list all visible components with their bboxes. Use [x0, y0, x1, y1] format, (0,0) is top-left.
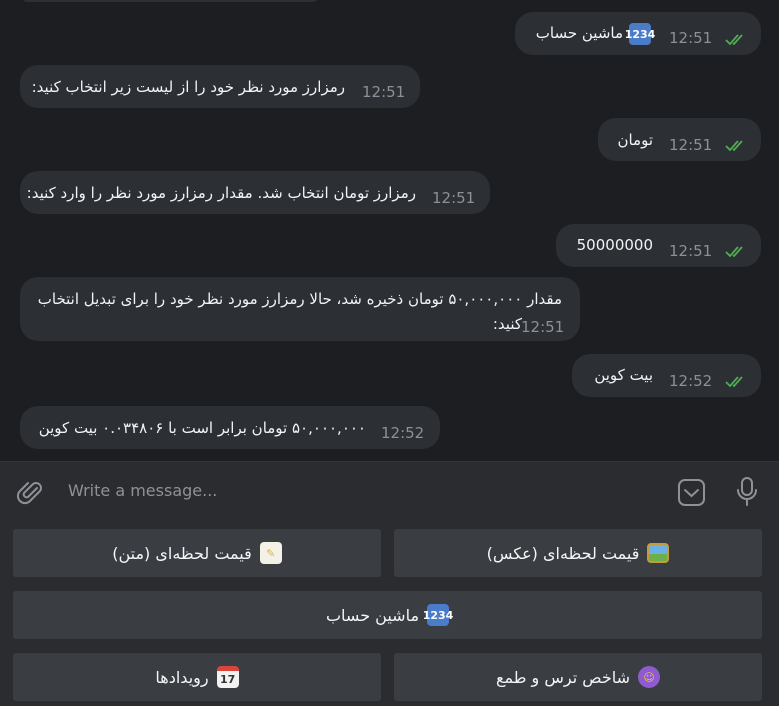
message-outgoing[interactable]: 50000000 12:51 [556, 224, 761, 267]
message-text: رمزارز تومان انتخاب شد. مقدار رمزارز مور… [26, 184, 416, 202]
message-text: 50000000 [576, 236, 653, 254]
message-time: 12:51 [669, 29, 713, 47]
message-partial [20, 0, 320, 2]
bot-keyboard: ✎ قیمت لحظه‌ای (متن) قیمت لحظه‌ای (عکس) … [0, 521, 779, 706]
price-text-button[interactable]: ✎ قیمت لحظه‌ای (متن) [13, 529, 381, 577]
button-label: قیمت لحظه‌ای (متن) [112, 543, 252, 563]
message-time: 12:51 [669, 242, 713, 260]
message-outgoing[interactable]: تومان 12:51 [598, 118, 761, 161]
button-label: ماشین حساب [325, 605, 420, 625]
message-time: 12:51 [669, 136, 713, 154]
message-time: 12:52 [669, 372, 713, 390]
message-incoming[interactable]: رمزارز مورد نظر خود را از لیست زیر انتخا… [20, 65, 420, 108]
calendar-icon: 17 [216, 666, 239, 688]
paperclip-icon[interactable] [17, 479, 45, 507]
events-button[interactable]: 17 رویدادها [13, 653, 381, 701]
microphone-icon[interactable] [735, 476, 759, 508]
message-text: رمزارز مورد نظر خود را از لیست زیر انتخا… [31, 78, 345, 96]
message-text: ماشین حساب [535, 24, 623, 42]
button-label: قیمت لحظه‌ای (عکس) [486, 543, 640, 563]
message-input[interactable]: Write a message... [68, 481, 217, 500]
message-time: 12:51 [362, 83, 406, 101]
numbers-icon: 1234 [625, 23, 655, 45]
read-check-icon [725, 246, 743, 258]
message-incoming[interactable]: رمزارز تومان انتخاب شد. مقدار رمزارز مور… [20, 171, 490, 214]
chat-area: 1234 ماشین حساب 12:51 رمزارز مورد نظر خو… [0, 0, 779, 461]
fear-greed-button[interactable]: ☺ شاخص ترس و طمع [394, 653, 762, 701]
message-text: تومان [617, 131, 653, 149]
picture-icon [647, 543, 670, 563]
numbers-icon: 1234 [423, 604, 453, 626]
read-check-icon [725, 140, 743, 152]
memo-icon: ✎ [259, 542, 282, 564]
read-check-icon [725, 34, 743, 46]
message-time: 12:52 [381, 424, 425, 442]
price-image-button[interactable]: قیمت لحظه‌ای (عکس) [394, 529, 762, 577]
message-text-line1: مقدار ۵۰,۰۰۰,۰۰۰ تومان ذخیره شد، حالا رم… [37, 290, 562, 308]
bot-keyboard-toggle-icon[interactable] [677, 478, 706, 507]
message-incoming[interactable]: ۵۰,۰۰۰,۰۰۰ تومان برابر است با ۰.۰۳۴۸۰۶ ب… [20, 406, 440, 449]
button-label: رویدادها [155, 667, 209, 687]
message-outgoing[interactable]: 1234 ماشین حساب 12:51 [515, 12, 761, 55]
message-time: 12:51 [521, 318, 565, 336]
message-outgoing[interactable]: بیت کوین 12:52 [572, 354, 761, 397]
read-check-icon [725, 376, 743, 388]
calculator-button[interactable]: 1234 ماشین حساب [13, 591, 762, 639]
button-label: شاخص ترس و طمع [495, 667, 631, 687]
message-time: 12:51 [432, 189, 476, 207]
message-text: بیت کوین [594, 366, 653, 384]
masks-icon: ☺ [638, 666, 661, 688]
message-composer: Write a message... [0, 461, 779, 522]
message-text: ۵۰,۰۰۰,۰۰۰ تومان برابر است با ۰.۰۳۴۸۰۶ ب… [38, 419, 366, 437]
message-incoming[interactable]: مقدار ۵۰,۰۰۰,۰۰۰ تومان ذخیره شد، حالا رم… [20, 277, 580, 341]
message-text-line2: کنید: [492, 315, 522, 333]
